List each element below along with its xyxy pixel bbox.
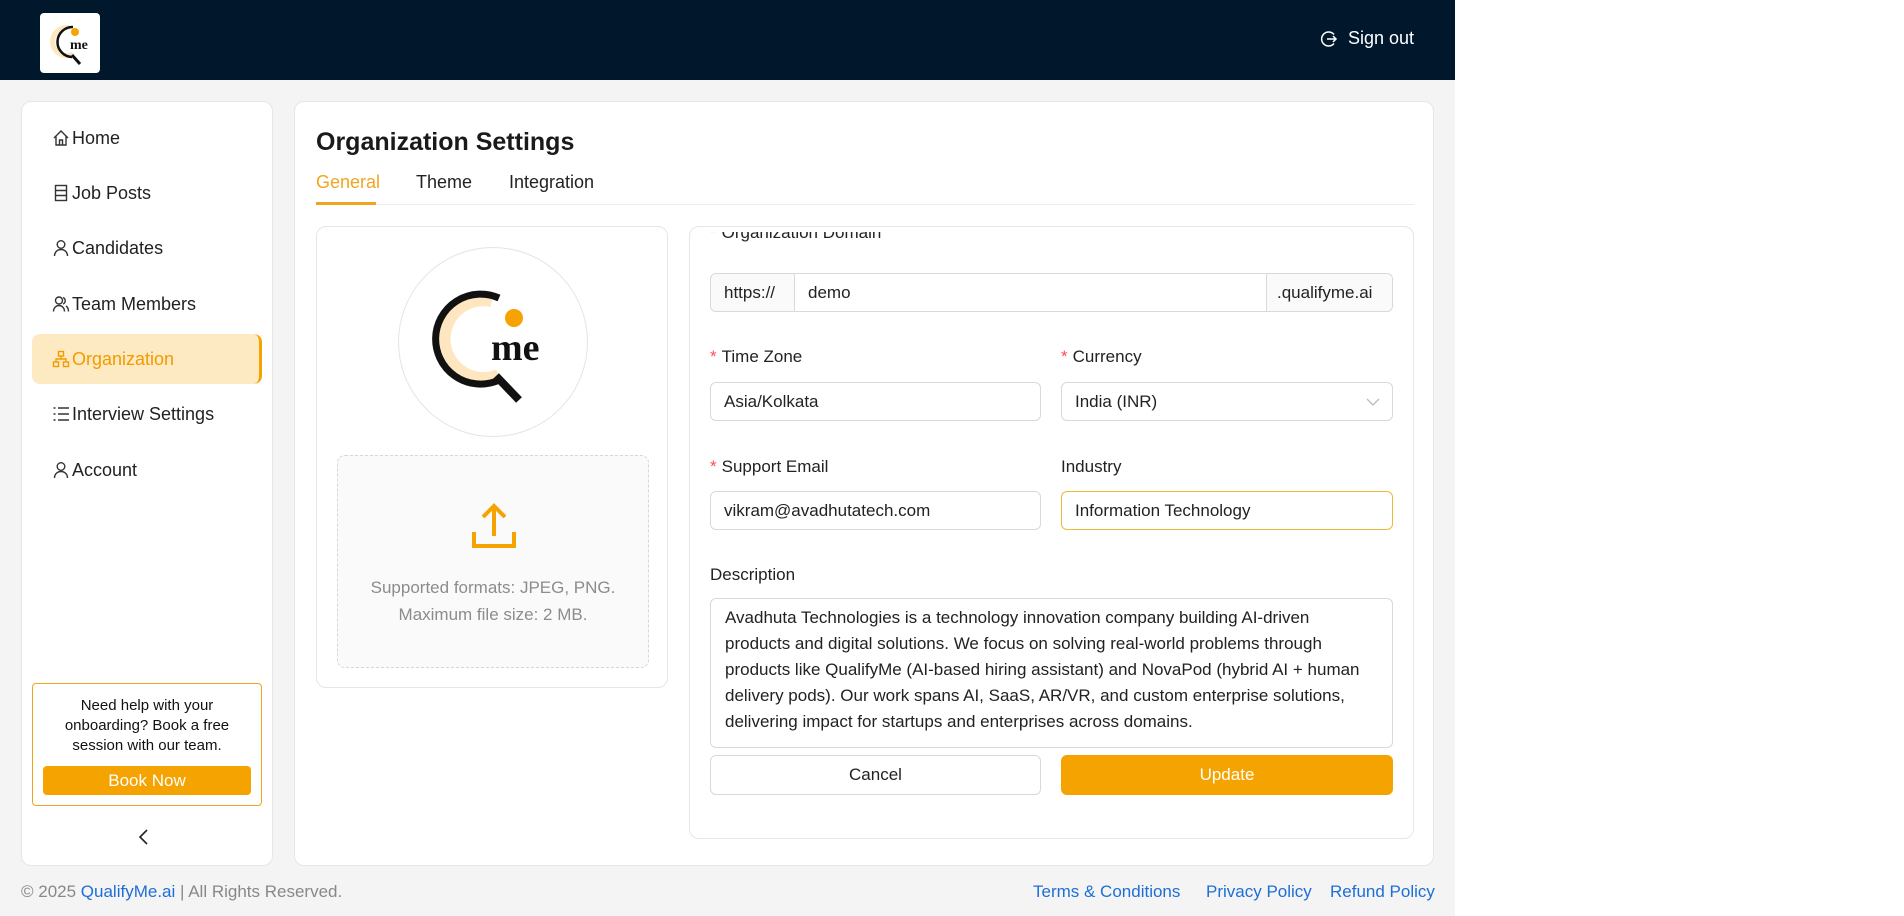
team-icon: [52, 296, 70, 312]
qualifyme-logo-icon: me: [50, 25, 88, 65]
sidebar-item-candidates[interactable]: Candidates: [32, 223, 262, 273]
sidebar-item-label: Home: [72, 127, 121, 148]
sidebar-item-account[interactable]: Account: [32, 445, 262, 495]
upload-formats-text: Supported formats: JPEG, PNG.: [370, 578, 616, 597]
page-title: Organization Settings: [316, 128, 575, 156]
sidebar-item-job-posts[interactable]: Job Posts: [32, 168, 262, 218]
sign-out-icon: [1320, 30, 1338, 47]
svg-text:me: me: [491, 327, 540, 369]
settings-form: * Organization Domain https:// demo .qual…: [689, 226, 1414, 839]
tab-theme[interactable]: Theme: [416, 172, 472, 193]
refund-policy-link[interactable]: Refund Policy: [1330, 882, 1435, 902]
sidebar-item-interview-settings[interactable]: Interview Settings: [32, 389, 262, 439]
domain-label: * Organization Domain: [710, 226, 882, 242]
book-now-button[interactable]: Book Now: [43, 766, 251, 795]
domain-suffix: .qualifyme.ai: [1266, 274, 1392, 311]
tab-integration[interactable]: Integration: [509, 172, 594, 193]
sign-out-button[interactable]: Sign out: [1320, 28, 1414, 49]
support-email-input[interactable]: vikram@avadhutatech.com: [710, 491, 1041, 530]
sidebar: Home Job Posts Candidates Team Members O…: [21, 101, 273, 866]
sidebar-item-organization[interactable]: Organization: [32, 334, 262, 384]
industry-label: Industry: [1061, 457, 1122, 476]
chevron-down-icon: [1366, 398, 1380, 406]
sidebar-item-label: Account: [72, 459, 138, 480]
logo[interactable]: me: [40, 13, 100, 73]
update-button[interactable]: Update: [1061, 755, 1393, 795]
description-label: Description: [710, 565, 796, 584]
org-chart-icon: [52, 350, 70, 368]
sidebar-item-home[interactable]: Home: [32, 113, 262, 163]
timezone-input[interactable]: Asia/Kolkata: [710, 382, 1041, 421]
sidebar-item-label: Organization: [72, 348, 175, 369]
upload-icon: [472, 503, 516, 548]
list-icon: [53, 407, 69, 421]
header: me Sign out: [0, 0, 1455, 80]
currency-select[interactable]: India (INR): [1061, 382, 1393, 421]
main-card: Organization Settings General Theme Inte…: [294, 101, 1434, 866]
tab-divider: [316, 204, 1414, 205]
domain-input[interactable]: demo: [808, 274, 851, 311]
user-icon: [53, 462, 69, 479]
description-textarea[interactable]: Avadhuta Technologies is a technology in…: [710, 598, 1393, 748]
currency-label: * Currency: [1061, 347, 1142, 366]
terms-link[interactable]: Terms & Conditions: [1033, 882, 1180, 902]
app: me Sign out Home Job Posts Candidates Te…: [0, 0, 1455, 916]
tab-general[interactable]: General: [316, 172, 380, 193]
domain-input-group: https:// demo .qualifyme.ai: [710, 273, 1393, 312]
sidebar-item-label: Interview Settings: [72, 403, 215, 424]
footer-copyright: © 2025 QualifyMe.ai | All Rights Reserve…: [21, 882, 343, 901]
sidebar-item-label: Candidates: [72, 237, 164, 258]
support-email-label: * Support Email: [710, 457, 829, 476]
svg-text:me: me: [70, 38, 88, 53]
logo-panel: me Supported formats: JPEG, PNG. Maximum…: [316, 226, 668, 688]
qualifyme-logo-icon: me: [432, 290, 540, 403]
onboarding-help-box: Need help with your onboarding? Book a f…: [32, 683, 262, 806]
active-tab-indicator: [316, 202, 376, 205]
privacy-policy-link[interactable]: Privacy Policy: [1206, 882, 1312, 902]
sidebar-item-label: Job Posts: [72, 182, 152, 203]
domain-prefix: https://: [711, 274, 795, 311]
timezone-label: * Time Zone: [710, 347, 803, 366]
sidebar-item-label: Team Members: [72, 293, 197, 314]
user-icon: [53, 240, 69, 257]
qualifyme-link[interactable]: QualifyMe.ai: [81, 882, 175, 901]
organization-logo: me: [398, 247, 588, 437]
cancel-button[interactable]: Cancel: [710, 755, 1041, 795]
document-icon: [54, 184, 68, 202]
logo-upload-dropzone[interactable]: Supported formats: JPEG, PNG. Maximum fi…: [337, 455, 649, 668]
upload-size-text: Maximum file size: 2 MB.: [398, 605, 588, 624]
home-icon: [53, 130, 69, 146]
currency-value: India (INR): [1075, 392, 1158, 411]
industry-input[interactable]: Information Technology: [1061, 491, 1393, 530]
help-text: Need help with your onboarding? Book a f…: [64, 697, 230, 754]
collapse-sidebar-chevron-left-icon[interactable]: [137, 826, 151, 852]
sidebar-item-team-members[interactable]: Team Members: [32, 279, 262, 329]
sign-out-label: Sign out: [1348, 28, 1415, 48]
